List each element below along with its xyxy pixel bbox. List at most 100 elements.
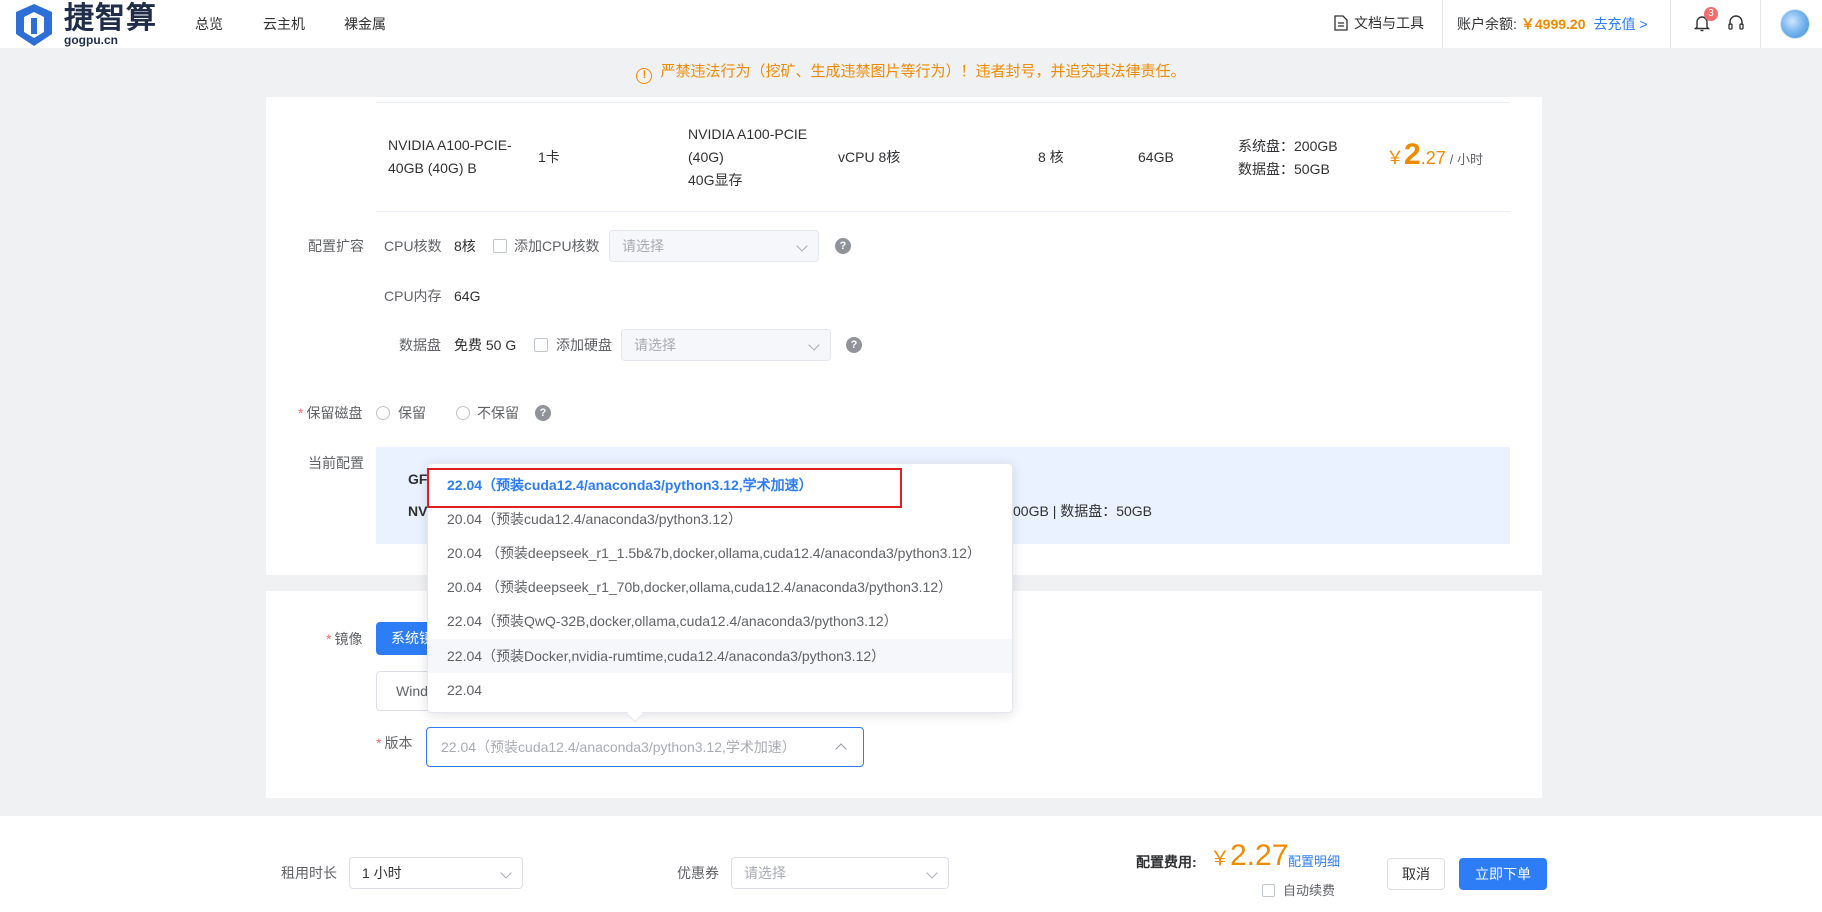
add-cpu-placeholder: 请选择 <box>622 238 664 254</box>
gpu-data-disk: 数据盘：50GB <box>1238 161 1330 177</box>
config-expand-label: 配置扩容 <box>308 238 364 254</box>
add-disk-checkbox[interactable] <box>534 338 548 352</box>
cpu-cores-label: CPU核数 <box>384 238 442 254</box>
header-divider <box>1442 0 1443 48</box>
gpu-memory: 64GB <box>1138 149 1174 165</box>
gpu-model-line1: NVIDIA A100-PCIE <box>688 126 808 142</box>
logo[interactable]: 捷智算 gogpu.cn <box>12 2 162 47</box>
help-icon[interactable]: ? <box>835 238 851 254</box>
header-divider <box>1670 0 1671 48</box>
version-label: * 版本 <box>376 735 413 751</box>
fee-detail-link[interactable]: 配置明细 <box>1288 852 1340 872</box>
add-cpu-checkbox[interactable] <box>493 239 507 253</box>
chevron-down-icon <box>808 339 820 351</box>
version-select[interactable]: 22.04（预装cuda12.4/anaconda3/python3.12,学术… <box>426 727 864 767</box>
warning-text: 严禁违法行为（挖矿、生成违禁图片等行为）！违者封号，并追究其法律责任。 <box>660 63 1186 80</box>
coupon-select[interactable]: 请选择 <box>731 857 949 889</box>
keep-disk-label: * 保留磁盘 <box>298 405 363 421</box>
cpu-memory-value: 64G <box>454 288 481 304</box>
gpu-system-disk: 系统盘：200GB <box>1238 138 1338 154</box>
logo-subtitle: gogpu.cn <box>64 33 118 47</box>
recharge-link[interactable]: 去充值 > <box>1594 16 1648 32</box>
price-currency: ￥ <box>1386 148 1404 168</box>
help-icon[interactable]: ? <box>846 337 862 353</box>
order-button[interactable]: 立即下单 <box>1459 858 1547 890</box>
image-label-text: 镜像 <box>334 631 363 647</box>
cancel-button[interactable]: 取消 <box>1387 858 1445 890</box>
document-icon <box>1334 15 1348 31</box>
balance-amount: ￥4999.20 <box>1520 16 1586 32</box>
nav-bare-metal[interactable]: 裸金属 <box>344 15 386 33</box>
version-option[interactable]: 20.04 （预装deepseek_r1_70b,docker,ollama,c… <box>428 570 1012 604</box>
warning-banner: ! 严禁违法行为（挖矿、生成违禁图片等行为）！违者封号，并追究其法律责任。 <box>0 58 1822 86</box>
gpu-model-line3: 40G显存 <box>688 172 743 188</box>
gpu-name: NVIDIA A100-PCIE-40GB (40G) B <box>388 137 512 176</box>
row-divider <box>376 211 1510 212</box>
logo-text: 捷智算 <box>64 2 157 35</box>
fee-value: 2.27 <box>1230 839 1289 872</box>
version-option[interactable]: 22.04（预装Docker,nvidia-rumtime,cuda12.4/a… <box>428 639 1012 673</box>
cpu-cores-value: 8核 <box>454 238 476 254</box>
add-cpu-select[interactable]: 请选择 <box>609 230 819 262</box>
user-avatar[interactable] <box>1780 9 1810 39</box>
add-disk-label[interactable]: 添加硬盘 <box>556 335 612 355</box>
add-disk-select[interactable]: 请选择 <box>621 329 831 361</box>
duration-value: 1 小时 <box>362 865 402 881</box>
version-option[interactable]: 22.04（预装QwQ-32B,docker,ollama,cuda12.4/a… <box>428 604 1012 638</box>
data-disk-label: 数据盘 <box>399 337 441 353</box>
nav-overview[interactable]: 总览 <box>195 15 223 33</box>
cpu-memory-label: CPU内存 <box>384 288 442 304</box>
row-divider <box>376 102 1510 103</box>
current-config-line2: NV <box>408 503 428 519</box>
notification-badge: 3 <box>1704 7 1718 21</box>
add-cpu-label[interactable]: 添加CPU核数 <box>514 236 600 256</box>
header-divider <box>1760 0 1761 48</box>
chevron-up-icon <box>835 743 847 755</box>
gpu-model-line2: (40G) <box>688 149 724 165</box>
warning-icon: ! <box>636 68 653 84</box>
current-config-line2-tail: 00GB | 数据盘：50GB <box>1013 503 1153 519</box>
fee-label: 配置费用: <box>1136 854 1197 870</box>
duration-select[interactable]: 1 小时 <box>349 857 523 889</box>
fee-currency: ￥ <box>1210 848 1230 870</box>
order-footer: 租用时长 1 小时 优惠券 请选择 <box>0 816 1822 912</box>
price-integer: 2 <box>1404 138 1421 171</box>
docs-tools-link[interactable]: 文档与工具 <box>1334 13 1424 33</box>
headset-icon[interactable] <box>1726 13 1746 33</box>
highlight-box <box>427 468 902 508</box>
keep-disk-label-text: 保留磁盘 <box>306 405 363 421</box>
chevron-down-icon <box>796 240 808 252</box>
keep-disk-option-discard[interactable]: 不保留 <box>477 403 519 423</box>
chevron-down-icon <box>926 867 938 879</box>
version-option[interactable]: 20.04 （预装deepseek_r1_1.5b&7b,docker,olla… <box>428 536 1012 570</box>
coupon-placeholder: 请选择 <box>744 865 786 881</box>
chevron-down-icon <box>500 867 512 879</box>
gpu-card-count: 1卡 <box>538 149 560 165</box>
auto-renew-checkbox[interactable] <box>1262 884 1275 897</box>
help-icon[interactable]: ? <box>535 405 551 421</box>
version-label-text: 版本 <box>384 735 413 751</box>
gpu-price: ￥2.27/ 小时 <box>1386 138 1483 172</box>
account-balance: 账户余额: ￥4999.20 去充值 > <box>1457 15 1648 33</box>
top-header: 捷智算 gogpu.cn 总览 云主机 裸金属 文档与工具 账户余额: ￥4999… <box>0 0 1822 48</box>
current-config-line1: GF <box>408 471 428 487</box>
logo-icon <box>16 4 52 46</box>
duration-label: 租用时长 <box>281 865 337 881</box>
image-label: * 镜像 <box>326 631 363 647</box>
docs-tools-label: 文档与工具 <box>1354 15 1424 31</box>
nav-cloud-host[interactable]: 云主机 <box>263 15 305 33</box>
fee-amount: ￥2.27 <box>1210 838 1288 878</box>
gpu-vcpu: vCPU 8核 <box>838 149 901 165</box>
gpu-cores: 8 核 <box>1038 149 1064 165</box>
price-unit: / 小时 <box>1449 152 1483 167</box>
price-decimal: .27 <box>1420 148 1446 168</box>
coupon-label: 优惠券 <box>677 865 719 881</box>
auto-renew-label[interactable]: 自动续费 <box>1283 881 1335 901</box>
keep-disk-radio-discard[interactable] <box>456 406 470 420</box>
version-option[interactable]: 22.04 <box>428 673 1012 707</box>
keep-disk-option-keep[interactable]: 保留 <box>398 403 426 423</box>
balance-label: 账户余额: <box>1457 16 1517 32</box>
keep-disk-radio-keep[interactable] <box>376 406 390 420</box>
version-select-value: 22.04（预装cuda12.4/anaconda3/python3.12,学术… <box>441 739 796 755</box>
data-disk-value: 免费 50 G <box>454 337 517 353</box>
